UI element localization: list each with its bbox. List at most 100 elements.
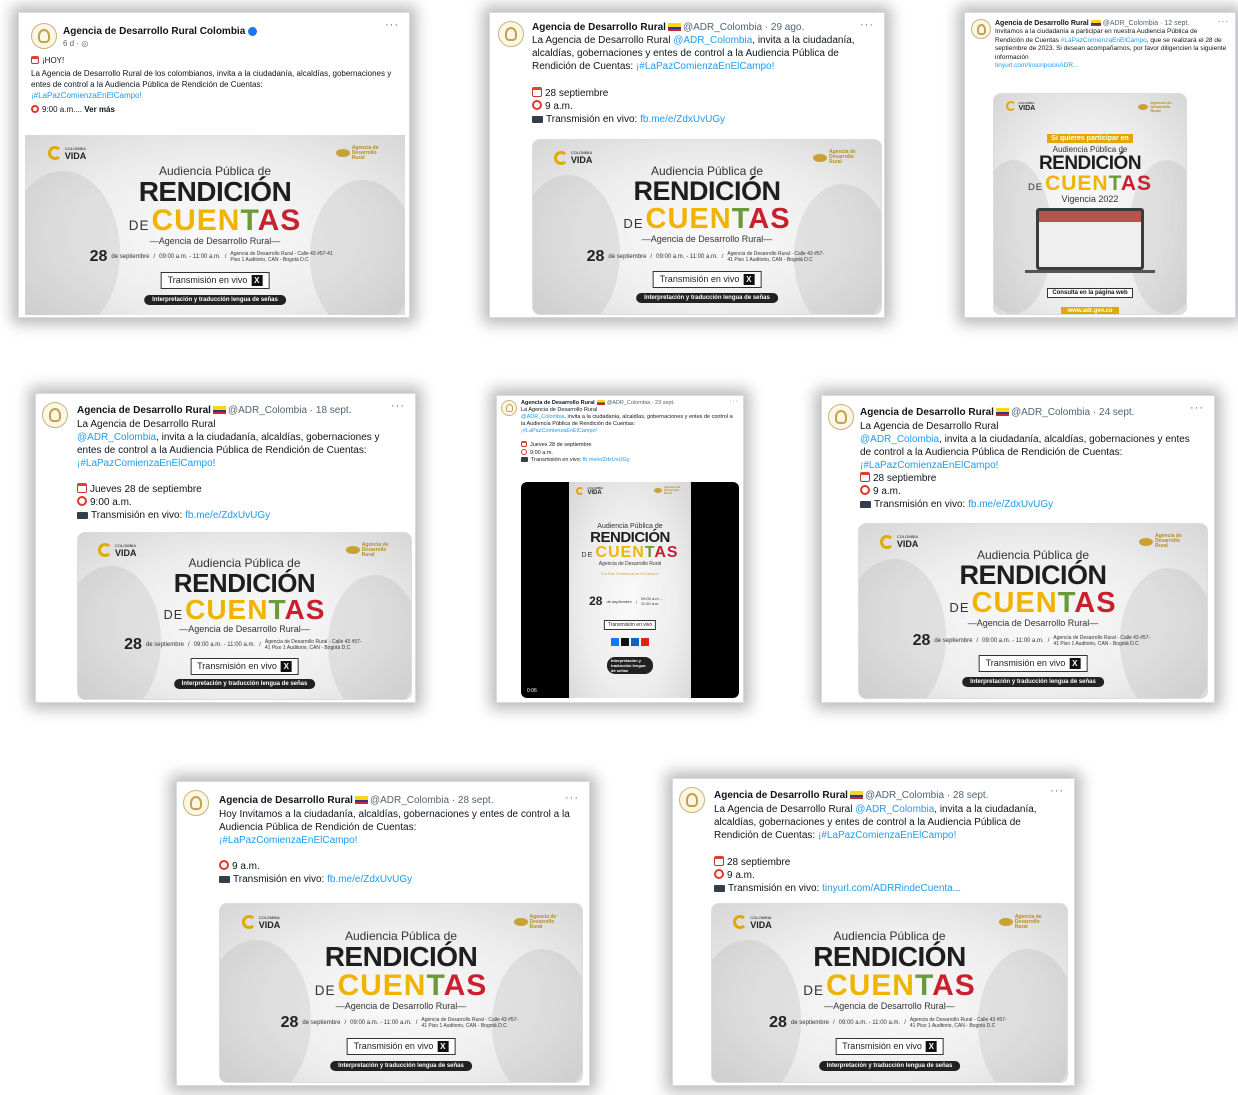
stream-link[interactable]: fb.me/e/ZdxUvUGy <box>640 114 725 125</box>
stream-link[interactable]: fb.me/e/ZdxUvUGy <box>583 457 630 463</box>
stream-link[interactable]: fb.me/e/ZdxUvUGy <box>968 499 1053 510</box>
consulta-button[interactable]: Consulta en la página web <box>1047 288 1133 298</box>
post-time[interactable]: 6 d <box>63 39 74 48</box>
hashtag-link[interactable]: ¡#LaPazComienzaEnElCampo! <box>818 830 956 841</box>
avatar[interactable] <box>679 787 705 813</box>
mention-link[interactable]: @ADR_Colombia <box>860 434 939 445</box>
author-name[interactable]: Agencia de Desarrollo Rural Colombia <box>63 26 245 37</box>
handle-date[interactable]: @ADR_Colombia · 29 ago. <box>683 22 804 33</box>
hashtag-link[interactable]: ¡#LaPazComienzaEnElCampo! <box>860 459 1202 472</box>
calendar-icon <box>860 472 870 482</box>
stream-link[interactable]: fb.me/e/ZdxUvUGy <box>185 510 270 521</box>
stream-button[interactable]: Transmisión en vivo X <box>190 657 299 675</box>
poster-cuentas-c: AS <box>284 594 326 626</box>
mention-link[interactable]: @ADR_Colombia <box>521 414 565 420</box>
more-options-icon[interactable]: ··· <box>391 400 405 412</box>
avatar[interactable] <box>183 790 209 816</box>
more-options-icon[interactable]: ··· <box>1218 17 1229 26</box>
stream-button[interactable]: Transmisión en vivo X <box>835 1037 944 1055</box>
adr-logo: Agencia de Desarrollo Rural <box>829 149 856 166</box>
stream-button[interactable]: Transmisión en vivo X <box>978 654 1088 672</box>
hashtag-link[interactable]: ¡#LaPazComienzaEnElCampo! <box>521 428 737 435</box>
poster-time: 09:00 a.m. - 11:00 a.m. <box>656 253 718 260</box>
more-options-icon[interactable]: ··· <box>1050 785 1064 797</box>
poster-place: Agencia de Desarrollo Rural - Calle 43 #… <box>727 250 825 263</box>
avatar[interactable] <box>828 404 854 430</box>
hashtag-link[interactable]: #LaPazComienzaEnElCampo <box>1061 37 1147 44</box>
mention-link[interactable]: @ADR_Colombia <box>673 35 752 46</box>
avatar[interactable] <box>501 400 517 416</box>
poster-place: Agencia de Desarrollo Rural - Calle 43 #… <box>421 1017 519 1030</box>
event-poster-image[interactable]: COLOMBIA VIDA Agencia de Desarrollo Rural… <box>993 93 1187 315</box>
event-poster-image[interactable]: COLOMBIA VIDA Agencia de Desarrollo Rural… <box>25 135 405 315</box>
website-link[interactable]: www.adr.gov.co <box>1061 307 1119 314</box>
avatar[interactable] <box>498 21 524 47</box>
stream-button[interactable]: Transmisión en vivo X <box>652 270 762 288</box>
verified-icon <box>248 26 258 36</box>
colombia-flag-icon <box>995 408 1009 417</box>
handle-date[interactable]: @ADR_Colombia · 18 sept. <box>228 405 352 416</box>
mention-link[interactable]: @ADR_Colombia <box>855 804 934 815</box>
avatar[interactable] <box>42 402 68 428</box>
post-date: 28 septiembre <box>873 473 937 484</box>
handle-date[interactable]: @ADR_Colombia · 28 sept. <box>370 795 494 806</box>
post-date: Jueves 28 de septiembre <box>90 484 202 495</box>
event-poster-image[interactable]: COLOMBIA VIDA Agencia de Desarrollo Rural… <box>532 139 882 315</box>
avatar[interactable] <box>971 19 991 39</box>
handle-date[interactable]: @ADR_Colombia · 23 sept. <box>607 400 675 406</box>
camera-icon <box>860 501 871 508</box>
author-name[interactable]: Agencia de Desarrollo Rural <box>860 407 994 418</box>
post-card-3: Agencia de Desarrollo Rural @ADR_Colombia… <box>964 12 1236 318</box>
stream-button[interactable]: Transmisión en vivo X <box>160 271 270 289</box>
stream-button[interactable]: Transmisión en vivo X <box>346 1037 456 1055</box>
more-options-icon[interactable]: ··· <box>1190 402 1204 414</box>
event-poster-image[interactable]: COLOMBIA VIDA Agencia de Desarrollo Rural… <box>77 532 412 700</box>
signup-link[interactable]: tinyurl.com/InscripcionADR... <box>995 62 1078 69</box>
hashtag-link[interactable]: ¡#LaPazComienzaEnElCampo! <box>77 457 403 470</box>
event-poster-image[interactable]: COLOMBIA VIDA Agencia de Desarrollo Rural… <box>858 523 1208 699</box>
avatar[interactable] <box>31 23 57 49</box>
poster-cuentas-a: CUEN <box>151 203 241 237</box>
stream-label: Transmisión en vivo <box>985 658 1066 668</box>
hashtag-link[interactable]: ¡#LaPazComienzaEnElCampo! <box>219 834 577 847</box>
adr-logo: Agencia de Desarrollo Rural <box>1155 533 1182 550</box>
post-hoy: ¡HOY! <box>42 56 65 65</box>
handle-date[interactable]: @ADR_Colombia · 28 sept. <box>865 790 989 801</box>
poster-cuentas-c: AS <box>748 203 791 236</box>
event-poster-image[interactable]: COLOMBIA VIDA Agencia de Desarrollo Rural… <box>219 903 583 1083</box>
stream-link[interactable]: fb.me/e/ZdxUvUGy <box>327 874 412 885</box>
more-options-icon[interactable]: ··· <box>860 19 874 31</box>
x-logo-icon: X <box>280 660 292 672</box>
see-more-link[interactable]: Ver más <box>84 105 115 114</box>
poster-time: 09:00 a.m. - 11:00 a.m. <box>640 596 663 607</box>
post-date: 28 septiembre <box>545 88 609 99</box>
more-options-icon[interactable]: ··· <box>729 398 739 405</box>
calendar-icon <box>521 441 527 447</box>
poster-cuentas-a: CUEN <box>1045 172 1109 195</box>
author-name[interactable]: Agencia de Desarrollo Rural <box>532 22 666 33</box>
event-poster-image: COLOMBIA VIDA Agencia de Desarrollo Rural… <box>569 482 691 698</box>
author-name[interactable]: Agencia de Desarrollo Rural <box>77 405 211 416</box>
handle-date[interactable]: @ADR_Colombia · 24 sept. <box>1011 407 1135 418</box>
author-name[interactable]: Agencia de Desarrollo Rural <box>219 795 353 806</box>
author-name[interactable]: Agencia de Desarrollo Rural <box>995 20 1089 27</box>
video-player[interactable]: COLOMBIA VIDA Agencia de Desarrollo Rural… <box>521 482 739 698</box>
stream-link[interactable]: tinyurl.com/ADRRindeCuenta... <box>822 883 961 894</box>
post-hour: 9:00 a.m. <box>530 450 553 456</box>
mention-link[interactable]: @ADR_Colombia <box>77 432 156 443</box>
author-name[interactable]: Agencia de Desarrollo Rural <box>521 400 595 406</box>
hashtag-link[interactable]: ¡#LaPazComienzaEnElCampo! <box>31 90 397 101</box>
more-options-icon[interactable]: ··· <box>565 792 579 804</box>
poster-cuentas-c: AS <box>932 968 976 1002</box>
post-clock: 9:00 a.m.... <box>42 105 83 114</box>
more-options-icon[interactable]: ··· <box>385 19 399 31</box>
clock-icon <box>31 105 39 113</box>
clock-icon <box>521 449 527 455</box>
handle-date[interactable]: @ADR_Colombia · 12 sept. <box>1103 20 1189 27</box>
poster-day: 28 <box>769 1014 787 1032</box>
logo-vida: VIDA <box>64 150 87 161</box>
post-date: Jueves 28 de septiembre <box>530 442 592 448</box>
hashtag-link[interactable]: ¡#LaPazComienzaEnElCampo! <box>636 61 774 72</box>
event-poster-image[interactable]: COLOMBIA VIDA Agencia de Desarrollo Rural… <box>711 903 1068 1083</box>
author-name[interactable]: Agencia de Desarrollo Rural <box>714 790 848 801</box>
